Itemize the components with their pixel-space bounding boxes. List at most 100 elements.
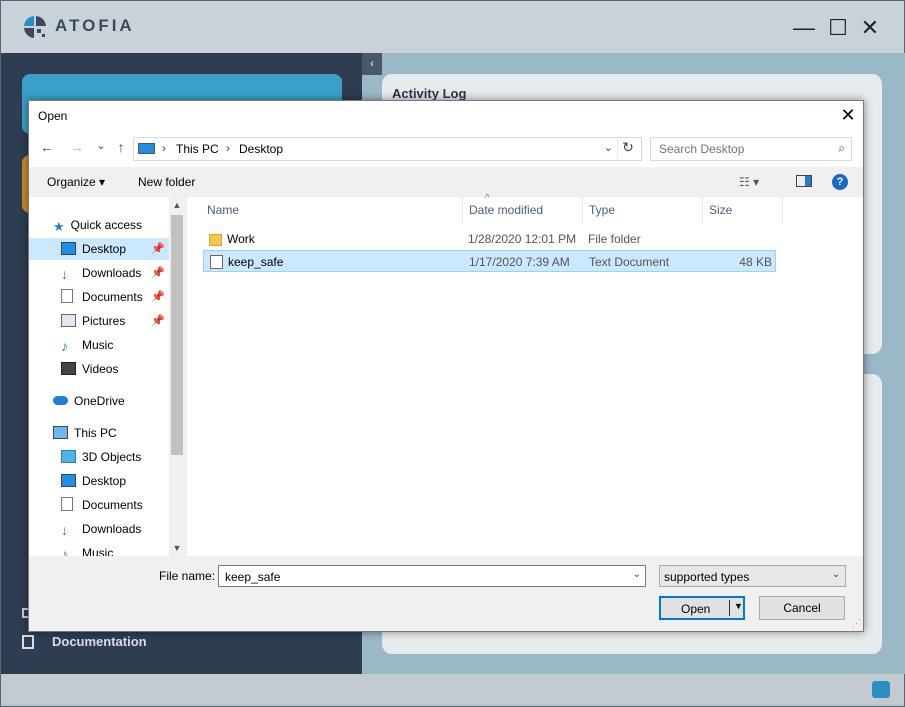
pin-icon[interactable]: 📌 (151, 286, 165, 308)
nav-onedrive[interactable]: OneDrive (53, 390, 125, 412)
app-statusbar (1, 674, 904, 704)
address-dropdown-icon[interactable]: ⌄ (604, 141, 613, 154)
nav-label: Desktop (82, 242, 127, 256)
nav-item-pc-downloads[interactable]: ↓ Downloads (61, 518, 141, 540)
file-type: Text Document (589, 255, 670, 269)
documents-icon (61, 497, 73, 511)
cube-icon (61, 450, 76, 463)
nav-label: Music (82, 338, 114, 352)
lock-icon[interactable] (872, 681, 890, 698)
nav-pane-scrollbar[interactable]: ▲ ▼ (169, 197, 185, 556)
file-date: 1/28/2020 12:01 PM (468, 232, 577, 246)
new-folder-button[interactable]: New folder (138, 175, 195, 189)
chevron-down-icon: ⌄ (831, 569, 840, 580)
nav-label: Downloads (82, 522, 142, 536)
resize-grip-icon[interactable]: ⋰ (852, 618, 861, 629)
downloads-icon: ↓ (61, 266, 68, 282)
computer-icon (53, 426, 68, 439)
column-type[interactable]: Type (583, 197, 703, 223)
recent-locations-button[interactable]: ⌄ (93, 139, 109, 157)
breadcrumb-this-pc[interactable]: This PC (176, 142, 219, 156)
open-button[interactable]: Open ▼ (659, 596, 745, 620)
navigation-bar: ← → ⌄ ↑ › This PC › Desktop ⌄ ↻ ⌕ (29, 131, 863, 167)
music-icon: ♪ (61, 546, 68, 556)
up-button[interactable]: ↑ (113, 139, 129, 157)
nav-item-documents[interactable]: Documents 📌 (29, 286, 169, 308)
nav-label: Downloads (82, 266, 142, 280)
desktop-icon (61, 474, 76, 487)
search-box[interactable]: ⌕ (650, 137, 852, 161)
nav-label: Music (82, 546, 114, 556)
file-type-select[interactable]: supported types ⌄ (659, 565, 846, 587)
filename-field[interactable]: ⌄ (218, 565, 646, 587)
nav-this-pc[interactable]: This PC (53, 422, 117, 444)
nav-item-pc-documents[interactable]: Documents (61, 494, 143, 516)
address-bar[interactable]: › This PC › Desktop ⌄ ↻ (133, 137, 642, 161)
cancel-button[interactable]: Cancel (759, 596, 845, 620)
organize-menu[interactable]: Organize ▾ (47, 175, 105, 189)
nav-item-pictures[interactable]: Pictures 📌 (29, 310, 169, 332)
back-button[interactable]: ← (39, 139, 55, 157)
activity-log-title: Activity Log (392, 86, 467, 101)
forward-button[interactable]: → (69, 139, 85, 157)
document-icon (22, 635, 34, 649)
text-file-icon (210, 255, 223, 269)
pin-icon[interactable]: 📌 (151, 238, 165, 260)
dialog-titlebar: Open ✕ (29, 101, 863, 131)
breadcrumb-desktop[interactable]: Desktop (239, 142, 283, 156)
scroll-thumb[interactable] (171, 215, 183, 455)
scroll-up-icon[interactable]: ▲ (169, 197, 185, 213)
nav-item-desktop[interactable]: Desktop 📌 (29, 238, 169, 260)
close-button[interactable]: ✕ (857, 15, 883, 41)
open-options-arrow-icon[interactable]: ▼ (734, 601, 743, 611)
app-brand: ATOFIA (55, 16, 135, 35)
collapse-sidebar-button[interactable]: ‹ (362, 53, 382, 75)
filename-label: File name: (159, 569, 216, 583)
documents-icon (61, 289, 73, 303)
column-size[interactable]: Size (703, 197, 783, 223)
file-row-keep-safe[interactable]: keep_safe 1/17/2020 7:39 AM Text Documen… (203, 250, 776, 272)
dialog-title: Open (38, 109, 68, 123)
filename-input[interactable] (223, 569, 617, 585)
nav-item-videos[interactable]: Videos (29, 358, 169, 380)
folder-icon (209, 234, 222, 246)
minimize-button[interactable]: — (791, 15, 817, 41)
nav-label: 3D Objects (82, 450, 142, 464)
nav-quick-access[interactable]: ★ Quick access (53, 214, 142, 236)
nav-item-music[interactable]: ♪ Music (29, 334, 169, 356)
nav-label: This PC (74, 426, 117, 440)
nav-label: Documents (82, 498, 143, 512)
file-date: 1/17/2020 7:39 AM (469, 255, 570, 269)
logo-icon (24, 16, 46, 38)
documentation-label: Documentation (52, 634, 147, 649)
help-icon[interactable]: ? (832, 174, 848, 190)
navigation-pane: ★ Quick access Desktop 📌 ↓ Downloads 📌 Doc… (29, 197, 185, 556)
file-row-work[interactable]: Work 1/28/2020 12:01 PM File folder (203, 228, 776, 250)
maximize-button[interactable]: ☐ (825, 15, 851, 41)
dialog-close-button[interactable]: ✕ (833, 101, 863, 131)
sidebar-item-documentation[interactable]: Documentation (22, 634, 147, 649)
column-date-modified[interactable]: Date modified (463, 197, 583, 223)
refresh-button[interactable]: ↻ (617, 139, 638, 159)
nav-label: Videos (82, 362, 119, 376)
nav-label: OneDrive (74, 394, 125, 408)
file-type: File folder (588, 232, 641, 246)
nav-item-pc-music[interactable]: ♪ Music (61, 542, 113, 556)
star-icon: ★ (53, 219, 65, 234)
nav-item-pc-desktop[interactable]: Desktop (61, 470, 126, 492)
pin-icon[interactable]: 📌 (151, 310, 165, 332)
column-name[interactable]: Name (201, 197, 463, 223)
filename-dropdown-icon[interactable]: ⌄ (633, 569, 641, 580)
nav-item-downloads[interactable]: ↓ Downloads 📌 (29, 262, 169, 284)
pictures-icon (61, 314, 76, 327)
pin-icon[interactable]: 📌 (151, 262, 165, 284)
open-button-label: Open (681, 602, 711, 616)
nav-item-3d-objects[interactable]: 3D Objects (61, 446, 141, 468)
search-icon[interactable]: ⌕ (838, 141, 845, 156)
breadcrumb-separator: › (226, 141, 230, 155)
search-input[interactable] (657, 141, 831, 157)
scroll-down-icon[interactable]: ▼ (169, 540, 185, 556)
preview-pane-icon[interactable] (796, 175, 812, 187)
view-options-button[interactable]: ☷ ▾ (739, 175, 759, 189)
file-list: ^ Name Date modified Type Size Work 1/28… (187, 193, 863, 556)
